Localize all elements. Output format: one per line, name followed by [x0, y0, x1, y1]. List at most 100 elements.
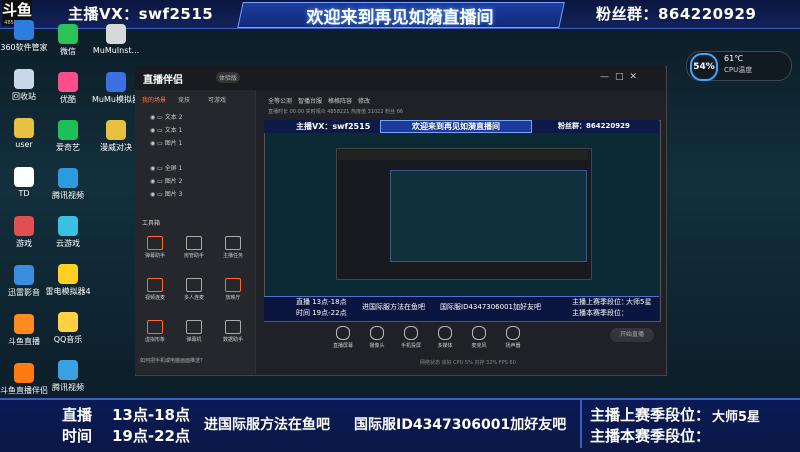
preview-schedule-1: 直播 13点-18点: [296, 298, 347, 306]
app-icon: [58, 24, 78, 44]
desktop-icon-label: 迅雷影音: [8, 288, 40, 297]
desktop-icon-label: 腾讯视频: [52, 191, 84, 200]
layer-item[interactable]: ◉ ▭ 文本 1: [150, 125, 183, 134]
tab-competitive[interactable]: 竞技: [178, 95, 190, 104]
tool-icon: [225, 320, 241, 334]
window-controls[interactable]: —□✕: [600, 72, 643, 82]
tool-label: 弹幕机: [186, 337, 202, 343]
desktop-icon[interactable]: 爱奇艺: [44, 120, 92, 153]
layer-item[interactable]: ◉ ▭ 全屏 1: [150, 163, 183, 172]
preview-host-contact: 主播VX：swf2515: [296, 122, 371, 131]
preview-schedule-2: 时间 19点-22点: [296, 309, 347, 317]
eye-icon[interactable]: ◉: [150, 127, 155, 134]
tool-button[interactable]: 弹幕助手: [138, 236, 172, 259]
layer-type-icon: ▭: [157, 127, 163, 134]
info-msg-1: 进国际服方法在鱼吧: [204, 417, 330, 433]
app-icon: [58, 264, 78, 284]
scene-tab[interactable]: 智播台服: [298, 96, 322, 105]
start-live-button[interactable]: 开始直播: [610, 328, 654, 342]
tool-button[interactable]: 虚拟形象: [138, 320, 172, 343]
desktop-icon[interactable]: 优酷: [44, 72, 92, 105]
close-icon[interactable]: ✕: [630, 72, 644, 82]
status-line: 网络状态 良好 CPU 5% 内存 32% FPS 60: [420, 360, 516, 366]
tool-button[interactable]: 房管助手: [177, 236, 211, 259]
source-button[interactable]: 摄像头: [360, 326, 394, 349]
layer-item[interactable]: ◉ ▭ 图片 2: [150, 176, 183, 185]
desktop-icon[interactable]: MuMu模拟器: [92, 72, 140, 105]
source-label: 手机投屏: [400, 343, 421, 349]
live-label: 直播: [62, 406, 93, 424]
app-icon: [14, 69, 34, 89]
eye-icon[interactable]: ◉: [150, 140, 155, 147]
desktop-icon[interactable]: 斗鱼直播: [0, 314, 48, 347]
desktop-icon-label: 腾讯视频: [52, 383, 84, 392]
desktop-icon[interactable]: 360软件管家: [0, 20, 48, 53]
layer-item[interactable]: ◉ ▭ 图片 3: [150, 189, 183, 198]
tool-button[interactable]: 弹幕机: [177, 320, 211, 343]
cpu-temp-label: CPU温度: [724, 66, 753, 74]
desktop-icon[interactable]: 腾讯视频: [44, 360, 92, 393]
desktop-icon[interactable]: MuMuInst...: [92, 24, 140, 55]
source-button[interactable]: 扬声器: [496, 326, 530, 349]
tool-button[interactable]: 放映厅: [216, 278, 250, 301]
desktop-icon[interactable]: 云游戏: [44, 216, 92, 249]
cpu-temp: 61℃: [724, 54, 744, 63]
desktop-icon-label: 优酷: [60, 95, 76, 104]
desktop-icon[interactable]: 游戏: [0, 216, 48, 249]
desktop-icon[interactable]: 漫威对决: [92, 120, 140, 153]
app-icon: [58, 312, 78, 332]
app-icon: [106, 72, 126, 92]
desktop-icon-label: MuMuInst...: [92, 46, 140, 55]
eye-icon[interactable]: ◉: [150, 191, 155, 198]
source-button[interactable]: 直播屏幕: [326, 326, 360, 349]
layer-item[interactable]: ◉ ▭ 图片 1: [150, 138, 183, 147]
source-label: 摄像头: [369, 343, 385, 349]
desktop-icon[interactable]: 腾讯视频: [44, 168, 92, 201]
source-icon: [336, 326, 350, 340]
desktop-icon[interactable]: TD: [0, 167, 48, 198]
scene-tab[interactable]: 修改: [358, 96, 370, 105]
desktop-icon[interactable]: 迅雷影音: [0, 265, 48, 298]
tool-button[interactable]: 主播任务: [216, 236, 250, 259]
source-button[interactable]: 麦克风: [462, 326, 496, 349]
tool-button[interactable]: 视频连麦: [138, 278, 172, 301]
push-hint-link[interactable]: 如何把手机或电脑画面推送？: [140, 357, 205, 364]
desktop-icon-label: 爱奇艺: [56, 143, 80, 152]
source-icon: [404, 326, 418, 340]
desktop-icon[interactable]: 斗鱼直播伴侣: [0, 363, 48, 396]
scene-tab[interactable]: 全等公测: [268, 96, 292, 105]
desktop-icon-label: 漫威对决: [100, 143, 132, 152]
layer-item[interactable]: ◉ ▭ 文本 2: [150, 112, 183, 121]
window-titlebar[interactable]: [135, 66, 665, 90]
preview-nested-preview: [390, 170, 587, 262]
minimize-icon[interactable]: —: [600, 72, 615, 82]
desktop-icon[interactable]: QQ音乐: [44, 312, 92, 345]
app-icon: [14, 314, 34, 334]
welcome-title: 欢迎来到再见如漪直播间: [306, 8, 494, 28]
desktop-icon[interactable]: 回收站: [0, 69, 48, 102]
app-icon: [14, 118, 34, 138]
tool-label: 弹幕助手: [144, 253, 165, 259]
tool-button[interactable]: 数据助手: [216, 320, 250, 343]
tool-label: 放映厅: [225, 295, 241, 301]
host-contact: 主播VX：swf2515: [68, 5, 214, 23]
tool-button[interactable]: 多人连麦: [177, 278, 211, 301]
source-icon: [370, 326, 384, 340]
desktop-icon-label: MuMu模拟器: [92, 95, 140, 104]
tab-playable[interactable]: 可游戏: [208, 95, 226, 104]
desktop-icon[interactable]: 雷电模拟器4: [44, 264, 92, 297]
maximize-icon[interactable]: □: [615, 72, 630, 82]
eye-icon[interactable]: ◉: [150, 165, 155, 172]
desktop-icon[interactable]: user: [0, 118, 48, 149]
tab-my-scenes[interactable]: 我的场景: [142, 95, 166, 104]
desktop-icon-label: TD: [18, 189, 30, 198]
source-button[interactable]: 多媒体: [428, 326, 462, 349]
scene-tab[interactable]: 格格阵容: [328, 96, 352, 105]
app-icon: [14, 363, 34, 383]
preview-rank-last: 主播上赛季段位：: [572, 298, 628, 306]
eye-icon[interactable]: ◉: [150, 114, 155, 121]
desktop-icon[interactable]: 微信: [44, 24, 92, 57]
source-button[interactable]: 手机投屏: [394, 326, 428, 349]
eye-icon[interactable]: ◉: [150, 178, 155, 185]
tool-icon: [186, 236, 202, 250]
